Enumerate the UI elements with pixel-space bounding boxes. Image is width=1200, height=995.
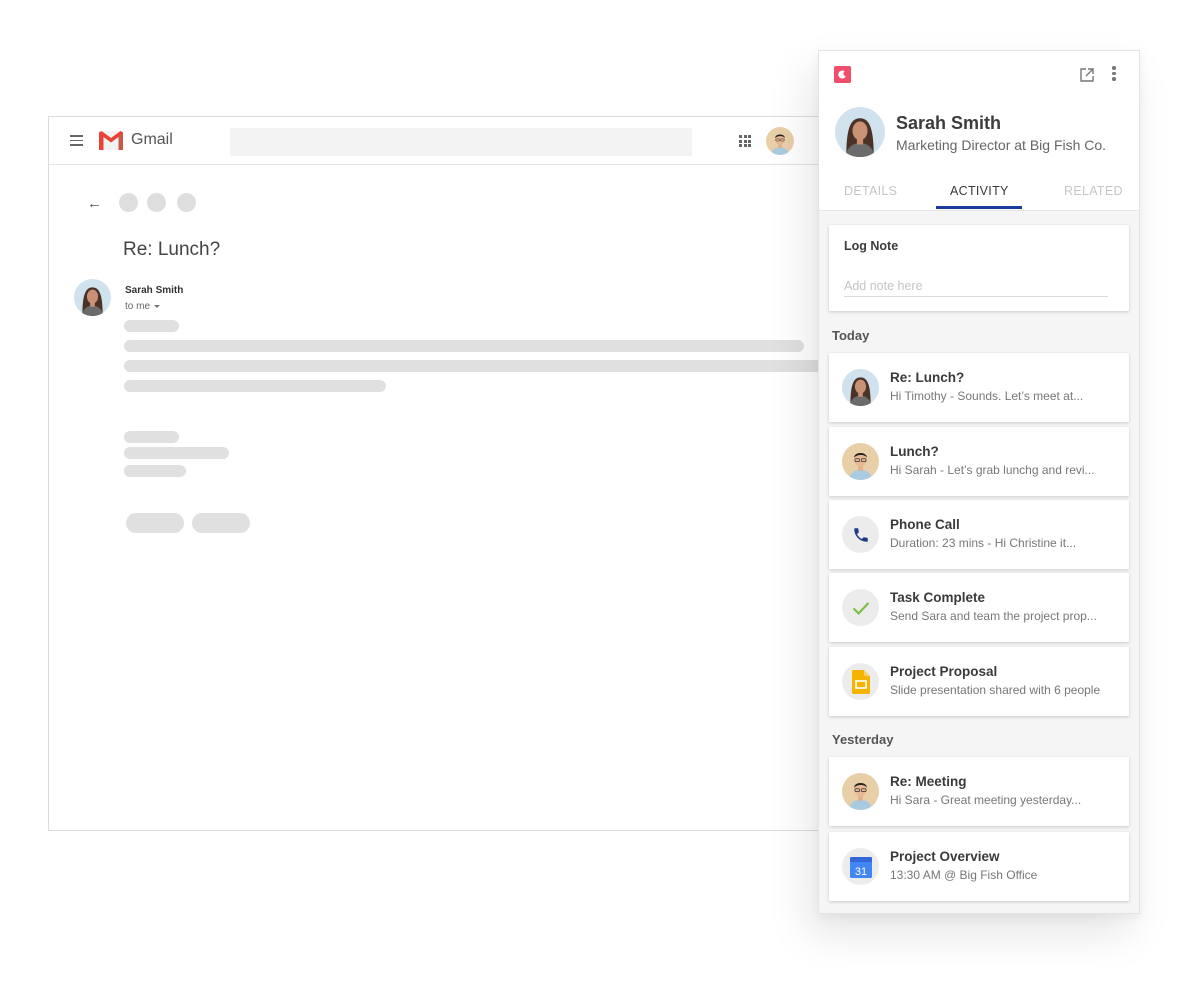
more-vertical-icon[interactable] <box>1111 66 1117 82</box>
activity-item[interactable]: Project Proposal Slide presentation shar… <box>829 647 1129 716</box>
calendar-icon: 31 <box>842 848 879 885</box>
brand-logo-icon <box>834 66 851 83</box>
caret-down-icon <box>154 304 161 308</box>
activity-title: Project Proposal <box>890 664 998 679</box>
activity-item[interactable]: Phone Call Duration: 23 mins - Hi Christ… <box>829 500 1129 569</box>
tab-bar: DETAILS ACTIVITY RELATED <box>819 184 1139 211</box>
activity-subtitle: Hi Sara - Great meeting yesterday... <box>890 793 1082 807</box>
recipient-details[interactable]: to me <box>125 301 161 312</box>
sender-name: Sarah Smith <box>125 285 184 296</box>
activity-subtitle: 13:30 AM @ Big Fish Office <box>890 868 1038 882</box>
apps-grid-icon[interactable] <box>739 135 751 147</box>
crm-side-panel: Sarah Smith Marketing Director at Big Fi… <box>818 50 1140 914</box>
note-input[interactable] <box>844 275 1108 297</box>
activity-title: Lunch? <box>890 444 939 459</box>
log-note-title: Log Note <box>844 239 899 253</box>
open-external-icon[interactable] <box>1079 67 1095 83</box>
text-placeholder <box>124 360 844 372</box>
toolbar-placeholder-button[interactable] <box>147 193 166 212</box>
text-placeholder <box>124 380 386 392</box>
text-placeholder <box>124 465 186 477</box>
sender-avatar <box>842 773 879 810</box>
recipient-label: to me <box>125 301 151 312</box>
toolbar-placeholder-button[interactable] <box>119 193 138 212</box>
active-tab-indicator <box>936 206 1022 209</box>
gmail-logo-icon <box>99 131 123 150</box>
panel-header: Sarah Smith Marketing Director at Big Fi… <box>819 51 1139 211</box>
tab-activity[interactable]: ACTIVITY <box>950 184 1009 198</box>
activity-item[interactable]: 31 Project Overview 13:30 AM @ Big Fish … <box>829 832 1129 901</box>
activity-subtitle: Duration: 23 mins - Hi Christine it... <box>890 536 1077 550</box>
activity-item[interactable]: Re: Lunch? Hi Timothy - Sounds. Let’s me… <box>829 353 1129 422</box>
email-subject: Re: Lunch? <box>123 239 221 260</box>
search-input[interactable] <box>230 128 692 156</box>
activity-item[interactable]: Task Complete Send Sara and team the pro… <box>829 573 1129 642</box>
tab-details[interactable]: DETAILS <box>844 184 897 198</box>
activity-subtitle: Send Sara and team the project prop... <box>890 609 1097 623</box>
section-label-yesterday: Yesterday <box>832 732 894 747</box>
activity-subtitle: Hi Sarah - Let’s grab lunchg and revi... <box>890 463 1095 477</box>
activity-title: Re: Meeting <box>890 774 967 789</box>
gmail-window: Gmail ← Re: Lunch? Sarah Smith to me <box>48 116 844 831</box>
gmail-header: Gmail <box>49 117 837 165</box>
toolbar-placeholder-button[interactable] <box>177 193 196 212</box>
reply-placeholder-button[interactable] <box>126 513 184 533</box>
activity-item[interactable]: Re: Meeting Hi Sara - Great meeting yest… <box>829 757 1129 826</box>
activity-subtitle: Hi Timothy - Sounds. Let’s meet at... <box>890 389 1084 403</box>
back-arrow-icon[interactable]: ← <box>87 195 102 212</box>
contact-avatar <box>835 107 885 157</box>
sender-avatar <box>74 279 111 316</box>
contact-title: Marketing Director at Big Fish Co. <box>896 137 1107 153</box>
activity-subtitle: Slide presentation shared with 6 people <box>890 683 1101 697</box>
text-placeholder <box>124 340 804 352</box>
activity-item[interactable]: Lunch? Hi Sarah - Let’s grab lunchg and … <box>829 427 1129 496</box>
account-avatar[interactable] <box>766 127 794 155</box>
text-placeholder <box>124 431 179 443</box>
activity-title: Task Complete <box>890 590 986 605</box>
section-label-today: Today <box>832 328 870 343</box>
activity-title: Re: Lunch? <box>890 370 965 385</box>
forward-placeholder-button[interactable] <box>192 513 250 533</box>
slides-icon <box>842 663 879 700</box>
check-icon <box>842 589 879 626</box>
tab-related[interactable]: RELATED <box>1064 184 1123 198</box>
activity-title: Phone Call <box>890 517 960 532</box>
text-placeholder <box>124 447 229 459</box>
phone-icon <box>842 516 879 553</box>
activity-title: Project Overview <box>890 849 1000 864</box>
text-placeholder <box>124 320 179 332</box>
sender-avatar <box>842 369 879 406</box>
gmail-title: Gmail <box>131 131 173 148</box>
contact-name: Sarah Smith <box>896 113 1002 133</box>
calendar-day: 31 <box>854 866 866 878</box>
sender-avatar <box>842 443 879 480</box>
menu-icon[interactable] <box>70 135 83 146</box>
log-note-card: Log Note <box>829 225 1129 311</box>
